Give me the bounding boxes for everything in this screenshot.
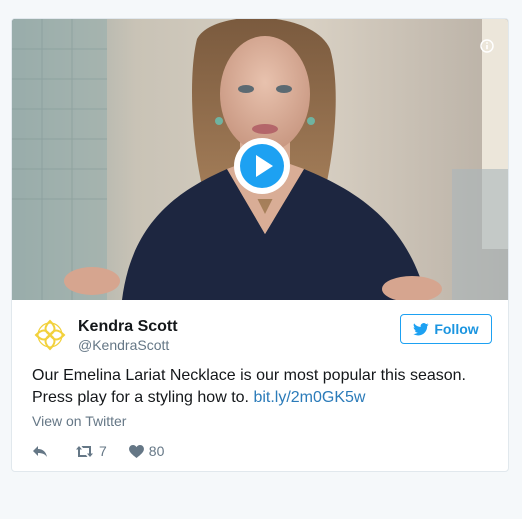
tweet-header: Kendra Scott @KendraScott Follow [32,314,492,357]
view-on-twitter-link[interactable]: View on Twitter [32,413,126,429]
retweet-count: 7 [99,443,107,459]
info-icon[interactable] [480,39,494,53]
like-button[interactable]: 80 [128,443,165,459]
twitter-bird-icon [413,322,429,335]
reply-button[interactable] [32,444,53,458]
play-icon[interactable] [233,137,291,195]
author-name[interactable]: Kendra Scott [78,318,178,336]
tweet-link[interactable]: bit.ly/2m0GK5w [253,389,365,406]
kendra-scott-logo[interactable] [32,317,68,353]
follow-button[interactable]: Follow [400,314,492,344]
reply-icon [33,446,47,457]
tweet-actions: 7 80 [32,442,186,460]
retweet-icon [76,445,93,457]
author-handle[interactable]: @KendraScott [78,337,169,353]
tweet-text: Our Emelina Lariat Necklace is our most … [32,367,466,406]
tweet-text-block: Our Emelina Lariat Necklace is our most … [32,365,492,409]
heart-icon [128,444,144,458]
embedded-tweet-card: Kendra Scott @KendraScott Follow Our Eme… [11,18,509,472]
video-thumbnail[interactable] [12,19,508,300]
like-count: 80 [148,443,165,459]
retweet-button[interactable]: 7 [75,443,107,459]
follow-label: Follow [434,321,479,337]
